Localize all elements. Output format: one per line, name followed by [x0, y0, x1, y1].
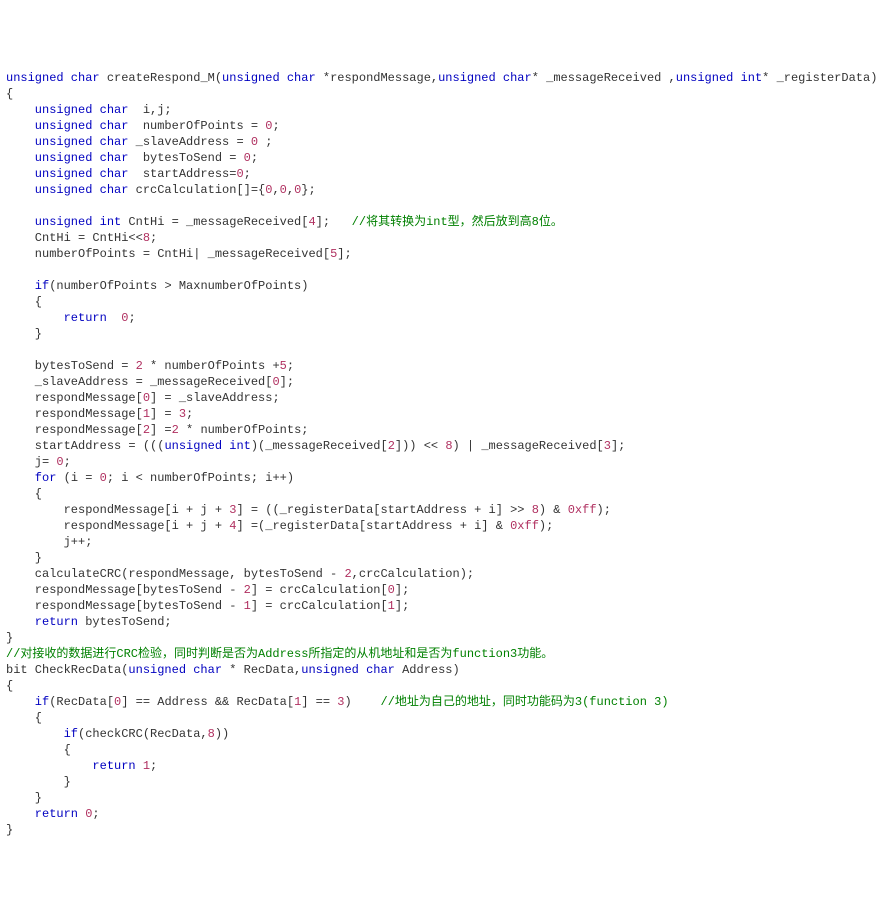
keyword: unsigned char [438, 71, 532, 85]
number: 2 [344, 567, 351, 581]
line: respondMessage[i + j + 3] = ((_registerD… [6, 503, 611, 517]
line: unsigned char crcCalculation[]={0,0,0}; [6, 183, 316, 197]
keyword: unsigned int [164, 439, 250, 453]
keyword: unsigned char [6, 183, 128, 197]
number: 3 [604, 439, 611, 453]
number: 0 [251, 135, 258, 149]
line: if(checkCRC(RecData,8)) [6, 727, 229, 741]
keyword: if [6, 279, 49, 293]
line: respondMessage[i + j + 4] =(_registerDat… [6, 519, 553, 533]
line: respondMessage[bytesToSend - 2] = crcCal… [6, 583, 409, 597]
number: 4 [308, 215, 315, 229]
line: { [6, 711, 42, 725]
keyword: return [6, 759, 136, 773]
number: 2 [244, 583, 251, 597]
line: unsigned char startAddress=0; [6, 167, 251, 181]
number: 1 [388, 599, 395, 613]
keyword: if [6, 727, 78, 741]
number: 0 [56, 455, 63, 469]
number: 0 [280, 183, 287, 197]
line: if(RecData[0] == Address && RecData[1] =… [6, 695, 669, 709]
line: if(numberOfPoints > MaxnumberOfPoints) [6, 279, 308, 293]
number: 0 [143, 391, 150, 405]
line: j++; [6, 535, 92, 549]
number: 2 [143, 423, 150, 437]
keyword: return [6, 311, 107, 325]
keyword: unsigned char [6, 103, 128, 117]
line: return bytesToSend; [6, 615, 172, 629]
keyword: unsigned int [6, 215, 121, 229]
line: respondMessage[2] =2 * numberOfPoints; [6, 423, 308, 437]
line: { [6, 743, 71, 757]
code-block: unsigned char createRespond_M(unsigned c… [6, 70, 880, 838]
line: } [6, 823, 13, 837]
number: 3 [179, 407, 186, 421]
keyword: unsigned char [6, 71, 100, 85]
keyword: unsigned char [301, 663, 395, 677]
comment: //将其转换为int型，然后放到高8位。 [352, 215, 563, 229]
line: { [6, 87, 13, 101]
number: 1 [143, 407, 150, 421]
line: unsigned char i,j; [6, 103, 172, 117]
line: for (i = 0; i < numberOfPoints; i++) [6, 471, 294, 485]
number: 0 [236, 167, 243, 181]
number: 0 [244, 151, 251, 165]
keyword: unsigned char [6, 167, 128, 181]
line: _slaveAddress = _messageReceived[0]; [6, 375, 294, 389]
line: return 1; [6, 759, 157, 773]
number: 2 [388, 439, 395, 453]
line: unsigned char _slaveAddress = 0 ; [6, 135, 272, 149]
line: { [6, 295, 42, 309]
line: unsigned char createRespond_M(unsigned c… [6, 71, 877, 85]
keyword: unsigned char [6, 135, 128, 149]
line: numberOfPoints = CntHi| _messageReceived… [6, 247, 352, 261]
keyword: unsigned char [6, 119, 128, 133]
number: 8 [143, 231, 150, 245]
line: unsigned char bytesToSend = 0; [6, 151, 258, 165]
number: 0 [388, 583, 395, 597]
number: 1 [143, 759, 150, 773]
line: } [6, 327, 42, 341]
number: 8 [208, 727, 215, 741]
line: unsigned int CntHi = _messageReceived[4]… [6, 215, 563, 229]
line: bit CheckRecData(unsigned char * RecData… [6, 663, 460, 677]
number: 2 [136, 359, 143, 373]
number: 0xff [510, 519, 539, 533]
keyword: unsigned char [128, 663, 222, 677]
number: 0 [272, 375, 279, 389]
line: { [6, 487, 42, 501]
line: respondMessage[1] = 3; [6, 407, 193, 421]
line: startAddress = (((unsigned int)(_message… [6, 439, 625, 453]
line: return 0; [6, 807, 100, 821]
number: 5 [280, 359, 287, 373]
keyword: if [6, 695, 49, 709]
line: } [6, 791, 42, 805]
line: unsigned char numberOfPoints = 0; [6, 119, 280, 133]
line: { [6, 679, 13, 693]
keyword: for [6, 471, 56, 485]
line: } [6, 551, 42, 565]
keyword: unsigned int [676, 71, 762, 85]
comment: //对接收的数据进行CRC检验，同时判断是否为Address所指定的从机地址和是… [6, 647, 553, 661]
number: 1 [244, 599, 251, 613]
comment: //地址为自己的地址，同时功能码为3(function 3) [381, 695, 669, 709]
line: calculateCRC(respondMessage, bytesToSend… [6, 567, 474, 581]
line: } [6, 631, 13, 645]
keyword: return [6, 807, 78, 821]
line: j= 0; [6, 455, 71, 469]
line: } [6, 775, 71, 789]
number: 8 [445, 439, 452, 453]
number: 2 [172, 423, 179, 437]
keyword: unsigned char [222, 71, 316, 85]
number: 8 [532, 503, 539, 517]
keyword: unsigned char [6, 151, 128, 165]
number: 0xff [568, 503, 597, 517]
line: CntHi = CntHi<<8; [6, 231, 157, 245]
line: respondMessage[bytesToSend - 1] = crcCal… [6, 599, 409, 613]
number: 0 [100, 471, 107, 485]
line: respondMessage[0] = _slaveAddress; [6, 391, 280, 405]
keyword: return [6, 615, 78, 629]
line: bytesToSend = 2 * numberOfPoints +5; [6, 359, 294, 373]
line: return 0; [6, 311, 136, 325]
